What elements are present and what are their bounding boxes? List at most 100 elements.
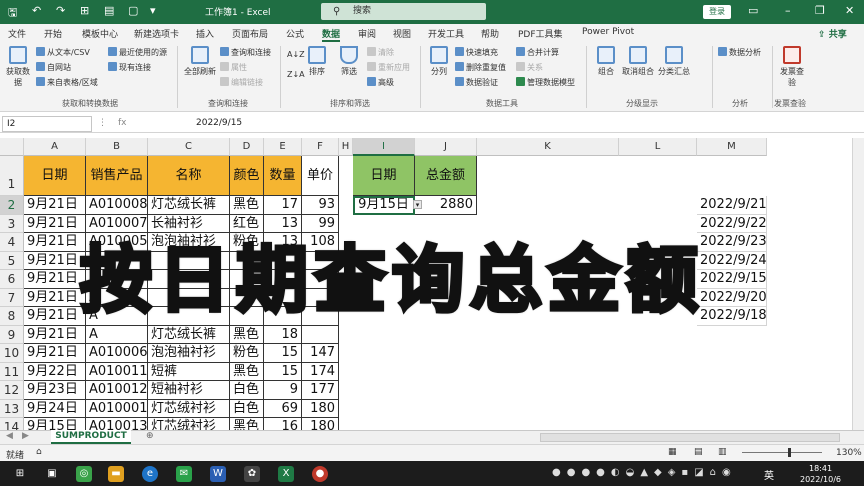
relationships-button[interactable]: 关系 bbox=[516, 62, 543, 73]
column-header-c[interactable]: C bbox=[148, 138, 230, 156]
menu-pdf-tools[interactable]: PDF工具集 bbox=[518, 27, 563, 40]
table-cell[interactable]: 灯芯绒长裤 bbox=[148, 196, 230, 215]
next-sheet-icon[interactable]: ▶ bbox=[22, 431, 29, 441]
table-cell[interactable]: 红色 bbox=[230, 214, 264, 233]
table-cell[interactable]: 17 bbox=[264, 196, 302, 215]
customize-qa-icon[interactable]: ▾ bbox=[150, 4, 156, 17]
ribbon-display-icon[interactable]: ▭ bbox=[748, 4, 758, 17]
edit-links-button[interactable]: 编辑链接 bbox=[220, 77, 263, 88]
login-button[interactable]: 登录 bbox=[703, 5, 731, 19]
properties-button[interactable]: 属性 bbox=[220, 62, 247, 73]
menu-templates[interactable]: 模板中心 bbox=[82, 27, 118, 40]
table-cell[interactable]: 灯芯绒衬衫 bbox=[148, 418, 230, 430]
table-cell[interactable]: 18 bbox=[264, 325, 302, 344]
formula-input[interactable]: 2022/9/15 bbox=[196, 118, 242, 128]
reapply-button[interactable]: 重新应用 bbox=[367, 62, 410, 73]
table-cell[interactable]: 177 bbox=[302, 381, 339, 400]
table-header-e[interactable]: 数量 bbox=[264, 156, 302, 196]
row-header-7[interactable]: 7 bbox=[0, 288, 24, 307]
group-button[interactable]: 组合 bbox=[592, 46, 620, 77]
column-header-b[interactable]: B bbox=[86, 138, 148, 156]
table-cell[interactable]: 粉色 bbox=[230, 344, 264, 363]
wechat-icon[interactable]: ✉ bbox=[176, 466, 192, 482]
m-date-cell[interactable]: 2022/9/22 bbox=[697, 214, 767, 233]
column-header-h[interactable]: H bbox=[339, 138, 353, 156]
table-cell[interactable]: 180 bbox=[302, 399, 339, 418]
table-cell[interactable]: 9月21日 bbox=[24, 251, 86, 270]
select-all-corner[interactable] bbox=[0, 138, 24, 156]
column-header-i[interactable]: I bbox=[353, 138, 415, 156]
table-cell[interactable]: A010011 bbox=[86, 362, 148, 381]
redo-icon[interactable]: ↷ bbox=[56, 4, 65, 17]
table-header-b[interactable]: 销售产品 bbox=[86, 156, 148, 196]
sheet-tab-sumproduct[interactable]: SUMPRODUCT bbox=[51, 430, 131, 444]
page-layout-view-icon[interactable]: ▤ bbox=[694, 447, 703, 457]
table-cell[interactable]: 9月15日 bbox=[24, 418, 86, 430]
table-cell[interactable]: 93 bbox=[302, 196, 339, 215]
row-header-14[interactable]: 14 bbox=[0, 418, 24, 430]
menu-file[interactable]: 文件 bbox=[8, 27, 26, 40]
table-cell[interactable]: 短袖衬衫 bbox=[148, 381, 230, 400]
menu-insert[interactable]: 插入 bbox=[196, 27, 214, 40]
table-cell[interactable]: 泡泡袖衬衫 bbox=[148, 344, 230, 363]
zoom-slider-thumb[interactable] bbox=[788, 448, 791, 457]
table-cell[interactable]: 180 bbox=[302, 418, 339, 430]
row-header-1[interactable]: 1 bbox=[0, 156, 24, 196]
menu-formulas[interactable]: 公式 bbox=[286, 27, 304, 40]
table-cell[interactable]: 9月22日 bbox=[24, 362, 86, 381]
row-header-2[interactable]: 2 bbox=[0, 196, 24, 215]
edge-icon[interactable]: e bbox=[142, 466, 158, 482]
invoice-check-button[interactable]: 发票查验 bbox=[778, 46, 806, 88]
input-language[interactable]: 英 bbox=[764, 467, 774, 482]
word-icon[interactable]: W bbox=[210, 466, 226, 482]
column-header-e[interactable]: E bbox=[264, 138, 302, 156]
table-cell[interactable]: A010013 bbox=[86, 418, 148, 430]
table-cell[interactable]: 黑色 bbox=[230, 418, 264, 430]
row-header-11[interactable]: 11 bbox=[0, 362, 24, 381]
ungroup-button[interactable]: 取消组合 bbox=[620, 46, 656, 77]
subtotal-button[interactable]: 分类汇总 bbox=[657, 46, 691, 77]
refresh-all-button[interactable]: 全部刷新 bbox=[183, 46, 217, 77]
consolidate-button[interactable]: 合并计算 bbox=[516, 47, 559, 58]
table-cell[interactable]: 黑色 bbox=[230, 362, 264, 381]
table-cell[interactable]: 16 bbox=[264, 418, 302, 430]
recent-sources-button[interactable]: 最近使用的源 bbox=[108, 47, 167, 58]
column-header-a[interactable]: A bbox=[24, 138, 86, 156]
table-cell[interactable]: 99 bbox=[302, 214, 339, 233]
table-header-a[interactable]: 日期 bbox=[24, 156, 86, 196]
app-icon[interactable]: ✿ bbox=[244, 466, 260, 482]
table-cell[interactable]: 147 bbox=[302, 344, 339, 363]
name-box[interactable]: I2 bbox=[2, 116, 92, 132]
row-header-3[interactable]: 3 bbox=[0, 214, 24, 233]
table-cell[interactable]: 灯芯绒衬衫 bbox=[148, 399, 230, 418]
table-cell[interactable]: 174 bbox=[302, 362, 339, 381]
column-header-d[interactable]: D bbox=[230, 138, 264, 156]
menu-page-layout[interactable]: 页面布局 bbox=[232, 27, 268, 40]
excel-icon[interactable]: X bbox=[278, 466, 294, 482]
save-icon[interactable]: 🖫 bbox=[8, 4, 17, 23]
normal-view-icon[interactable]: ▦ bbox=[668, 447, 677, 457]
row-header-5[interactable]: 5 bbox=[0, 251, 24, 270]
menu-developer[interactable]: 开发工具 bbox=[428, 27, 464, 40]
sort-asc-button[interactable]: A↓Z bbox=[287, 50, 305, 59]
open-icon[interactable]: ▢ bbox=[128, 4, 138, 17]
table-cell[interactable]: A010008 bbox=[86, 196, 148, 215]
table-cell[interactable]: A010001 bbox=[86, 399, 148, 418]
search-input[interactable]: ⚲ 搜索 bbox=[321, 3, 486, 20]
table-cell[interactable]: 白色 bbox=[230, 381, 264, 400]
menu-review[interactable]: 审阅 bbox=[358, 27, 376, 40]
filter-button[interactable]: 筛选 bbox=[335, 46, 363, 77]
advanced-button[interactable]: 高级 bbox=[367, 77, 394, 88]
remove-dup-button[interactable]: 删除重复值 bbox=[455, 62, 506, 73]
table-cell[interactable]: 9月23日 bbox=[24, 381, 86, 400]
menu-data[interactable]: 数据 bbox=[322, 27, 340, 40]
column-header-k[interactable]: K bbox=[477, 138, 619, 156]
menu-home[interactable]: 开始 bbox=[44, 27, 62, 40]
sort-desc-button[interactable]: Z↓A bbox=[287, 70, 305, 79]
add-sheet-icon[interactable]: ⊕ bbox=[146, 431, 154, 441]
lookup-header-i[interactable]: 日期 bbox=[353, 156, 415, 196]
table-header-f[interactable]: 单价 bbox=[302, 156, 339, 196]
table-cell[interactable]: 13 bbox=[264, 214, 302, 233]
table-cell[interactable]: 15 bbox=[264, 362, 302, 381]
fx-icon[interactable]: fx bbox=[118, 118, 127, 128]
